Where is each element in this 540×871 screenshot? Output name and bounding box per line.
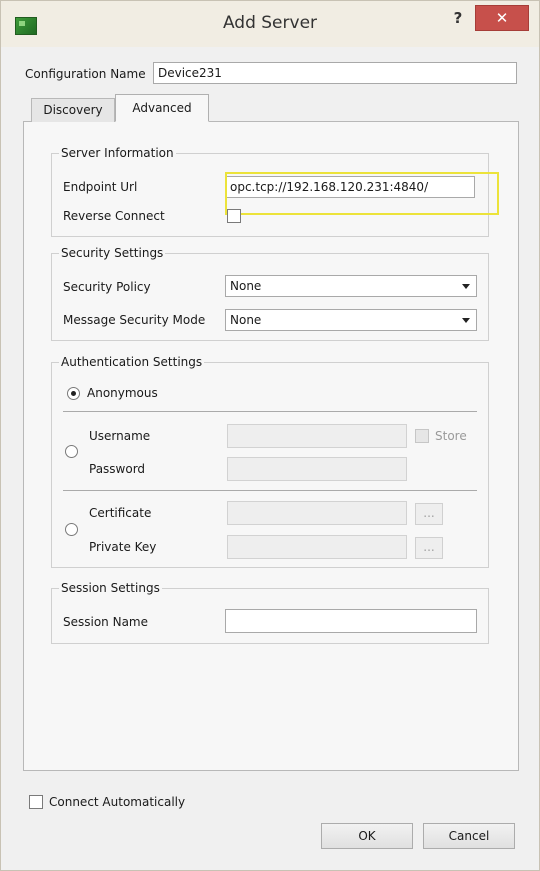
add-server-dialog: Add Server ? ✕ Configuration Name Device… <box>0 0 540 871</box>
session-settings-title: Session Settings <box>59 581 162 595</box>
separator <box>63 411 477 412</box>
store-label: Store <box>435 429 467 443</box>
username-label: Username <box>89 429 151 443</box>
close-button[interactable]: ✕ <box>475 5 529 31</box>
separator <box>63 490 477 491</box>
reverse-connect-checkbox[interactable] <box>227 209 241 223</box>
cancel-button[interactable]: Cancel <box>423 823 515 849</box>
chevron-down-icon <box>462 284 470 289</box>
certificate-label: Certificate <box>89 506 152 520</box>
session-name-input[interactable] <box>225 609 477 633</box>
reverse-connect-label: Reverse Connect <box>63 209 165 223</box>
tab-discovery[interactable]: Discovery <box>31 98 115 122</box>
connect-automatically-label: Connect Automatically <box>49 795 186 809</box>
help-button[interactable]: ? <box>447 9 469 31</box>
store-checkbox[interactable] <box>415 429 429 443</box>
username-input[interactable] <box>227 424 407 448</box>
chevron-down-icon <box>462 318 470 323</box>
password-input[interactable] <box>227 457 407 481</box>
ok-button[interactable]: OK <box>321 823 413 849</box>
private-key-label: Private Key <box>89 540 157 554</box>
security-policy-label: Security Policy <box>63 280 151 294</box>
title-bar[interactable]: Add Server ? ✕ <box>1 1 539 47</box>
security-policy-select[interactable]: None <box>225 275 477 297</box>
password-label: Password <box>89 462 146 476</box>
message-security-mode-label: Message Security Mode <box>63 313 206 327</box>
anonymous-radio[interactable] <box>67 387 80 400</box>
session-name-label: Session Name <box>63 615 149 629</box>
certificate-radio[interactable] <box>65 523 78 536</box>
security-settings-title: Security Settings <box>59 246 166 260</box>
certificate-input[interactable] <box>227 501 407 525</box>
username-password-radio[interactable] <box>65 445 78 458</box>
message-security-mode-select[interactable]: None <box>225 309 477 331</box>
configuration-name-label: Configuration Name <box>25 67 146 81</box>
private-key-browse-button[interactable]: ... <box>415 537 443 559</box>
server-information-title: Server Information <box>59 146 176 160</box>
configuration-name-input[interactable]: Device231 <box>153 62 517 84</box>
authentication-settings-title: Authentication Settings <box>59 355 205 369</box>
highlight-annotation <box>225 172 499 215</box>
endpoint-url-label: Endpoint Url <box>63 180 138 194</box>
private-key-input[interactable] <box>227 535 407 559</box>
connect-automatically-checkbox[interactable] <box>29 795 43 809</box>
security-policy-value: None <box>230 279 262 293</box>
tab-advanced[interactable]: Advanced <box>115 94 209 122</box>
anonymous-label: Anonymous <box>87 386 158 400</box>
certificate-browse-button[interactable]: ... <box>415 503 443 525</box>
message-security-mode-value: None <box>230 313 262 327</box>
